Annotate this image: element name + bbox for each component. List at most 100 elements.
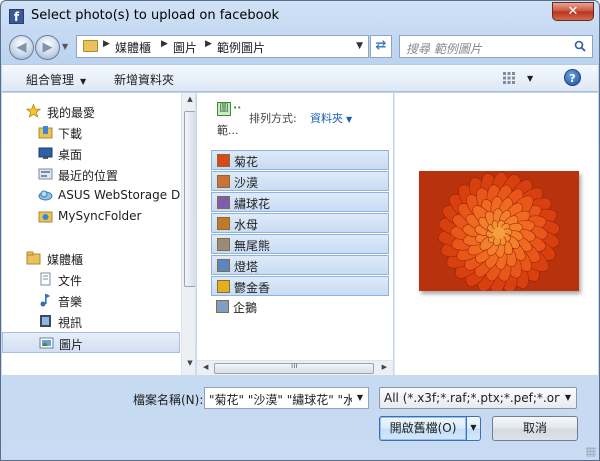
image-file-icon — [217, 259, 230, 272]
file-item[interactable]: 無尾熊 — [211, 234, 389, 254]
nav-item-asus-webstorage[interactable]: ASUS WebStorage Drive — [2, 185, 195, 206]
video-icon — [40, 315, 51, 327]
nav-item-label: 圖片 — [59, 338, 84, 352]
breadcrumb-arrow-icon[interactable]: ▶ — [205, 39, 212, 49]
chrysanthemum-preview-image — [419, 171, 579, 291]
forward-arrow-icon: ▶ — [42, 40, 53, 55]
nav-item-label: MySyncFolder — [58, 209, 142, 223]
image-file-icon — [217, 196, 230, 209]
help-icon[interactable]: ? — [564, 69, 581, 86]
file-item[interactable]: 菊花 — [211, 150, 389, 170]
recent-locations-dropdown[interactable]: ▼ — [62, 42, 68, 51]
file-type-filter-value: All (*.x3f;*.raf;*.ptx;*.pef;*.orf;*.ne — [384, 391, 577, 405]
library-icon: 圖 — [217, 102, 231, 116]
nav-item-desktop[interactable]: 桌面 — [2, 143, 180, 164]
breadcrumb-arrow-icon[interactable]: ▶ — [103, 39, 110, 49]
new-folder-button[interactable]: 新增資料夾 — [114, 71, 174, 88]
refresh-button[interactable]: ⇄ — [370, 35, 392, 58]
file-name: 菊花 — [234, 155, 259, 169]
nav-item-label: 下載 — [58, 127, 83, 141]
search-box[interactable]: 搜尋 範例圖片 — [399, 35, 593, 58]
nav-item-mysyncfolder[interactable]: MySyncFolder — [2, 206, 180, 227]
cloud-drive-icon — [38, 190, 53, 201]
pictures-icon — [39, 337, 54, 349]
back-button[interactable]: ◀ — [9, 35, 34, 60]
breadcrumb-pictures[interactable]: 圖片 — [173, 39, 197, 56]
open-button[interactable]: 開啟舊檔(O) — [379, 416, 467, 441]
file-name: 燈塔 — [234, 260, 259, 274]
breadcrumb-arrow-icon[interactable]: ▶ — [161, 39, 168, 49]
filename-dropdown-icon[interactable]: ▼ — [352, 388, 368, 408]
file-item[interactable]: 繡球花 — [211, 192, 389, 212]
file-item[interactable]: 沙漠 — [211, 171, 389, 191]
back-arrow-icon: ◀ — [16, 40, 27, 55]
preview-pane — [394, 93, 598, 375]
file-open-dialog: f Select photo(s) to upload on facebook … — [0, 0, 600, 461]
close-button[interactable]: ✕ — [552, 2, 594, 21]
views-icon[interactable] — [502, 71, 516, 85]
nav-libraries-label: 媒體櫃 — [47, 253, 84, 267]
address-bar[interactable]: ▶ 媒體櫃 ▶ 圖片 ▶ 範例圖片 ▼ — [76, 35, 369, 58]
nav-item-label: 桌面 — [58, 148, 83, 162]
breadcrumb-media-library[interactable]: 媒體櫃 — [115, 39, 151, 56]
scroll-thumb[interactable]: ııı — [214, 361, 374, 374]
file-item[interactable]: 燈塔 — [211, 255, 389, 275]
nav-vertical-scrollbar[interactable]: ▲ ▼ — [181, 93, 195, 375]
file-name: 水母 — [234, 218, 259, 232]
organize-button[interactable]: 組合管理 ▼ — [26, 71, 86, 88]
image-file-icon — [217, 280, 230, 293]
image-file-icon — [217, 238, 230, 251]
scroll-left-icon[interactable]: ◀ — [203, 363, 208, 371]
cancel-button[interactable]: 取消 — [492, 416, 578, 441]
libraries-folder-icon — [26, 251, 41, 265]
library-more-icon: ·· — [233, 101, 242, 114]
scroll-down-icon[interactable]: ▼ — [184, 359, 195, 373]
library-name: 範... — [217, 124, 239, 137]
search-icon[interactable] — [574, 40, 586, 52]
organize-label: 組合管理 — [26, 73, 75, 87]
nav-item-pictures[interactable]: 圖片 — [2, 332, 180, 353]
scroll-right-icon[interactable]: ▶ — [382, 363, 387, 371]
breadcrumb-sample-pictures[interactable]: 範例圖片 — [217, 39, 265, 56]
chevron-down-icon: ▼ — [346, 115, 353, 124]
filename-input[interactable]: "菊花" "沙漠" "繡球花" "水母 ▼ — [204, 387, 369, 409]
music-icon — [40, 294, 50, 307]
nav-item-label: 最近的位置 — [58, 169, 119, 183]
nav-item-videos[interactable]: 視訊 — [2, 311, 180, 332]
nav-item-documents[interactable]: 文件 — [2, 269, 180, 290]
filename-label: 檔案名稱(N): — [133, 393, 204, 407]
file-item[interactable]: 水母 — [211, 213, 389, 233]
nav-favorites[interactable]: 我的最愛 — [2, 101, 180, 122]
resize-grip-icon[interactable] — [586, 447, 596, 457]
nav-item-music[interactable]: 音樂 — [2, 290, 180, 311]
filename-value: "菊花" "沙漠" "繡球花" "水母 — [209, 393, 368, 407]
file-name: 企鵝 — [233, 301, 258, 315]
desktop-icon — [38, 147, 53, 159]
file-item[interactable]: 鬱金香 — [211, 276, 389, 296]
open-options-dropdown[interactable]: ▼ — [466, 416, 481, 441]
file-horizontal-scrollbar[interactable]: ◀ ııı ▶ — [197, 360, 393, 375]
filter-dropdown-icon[interactable]: ▼ — [560, 388, 576, 408]
window-title: Select photo(s) to upload on facebook — [31, 8, 280, 23]
arrange-by-dropdown[interactable]: 資料夾 ▼ — [310, 110, 352, 126]
views-dropdown-icon[interactable]: ▼ — [527, 74, 533, 83]
scroll-thumb[interactable] — [184, 111, 195, 287]
file-type-filter-select[interactable]: All (*.x3f;*.raf;*.ptx;*.pef;*.orf;*.ne … — [379, 387, 577, 409]
nav-item-label: 文件 — [58, 274, 83, 288]
title-bar: f Select photo(s) to upload on facebook … — [1, 1, 599, 31]
arrange-by-value: 資料夾 — [310, 112, 343, 125]
nav-libraries[interactable]: 媒體櫃 — [2, 248, 180, 269]
image-file-icon — [217, 217, 230, 230]
nav-favorites-label: 我的最愛 — [47, 106, 96, 120]
nav-item-label: 視訊 — [58, 316, 83, 330]
facebook-app-icon: f — [9, 9, 24, 24]
scroll-up-icon[interactable]: ▲ — [184, 95, 195, 109]
address-dropdown-icon[interactable]: ▼ — [356, 41, 363, 51]
nav-item-downloads[interactable]: 下載 — [2, 122, 180, 143]
forward-button[interactable]: ▶ — [35, 35, 60, 60]
documents-icon — [40, 272, 51, 286]
refresh-icon: ⇄ — [375, 38, 387, 53]
nav-item-recent-places[interactable]: 最近的位置 — [2, 164, 180, 185]
file-item[interactable]: 企鵝 — [211, 297, 389, 317]
search-placeholder: 搜尋 範例圖片 — [406, 42, 482, 56]
